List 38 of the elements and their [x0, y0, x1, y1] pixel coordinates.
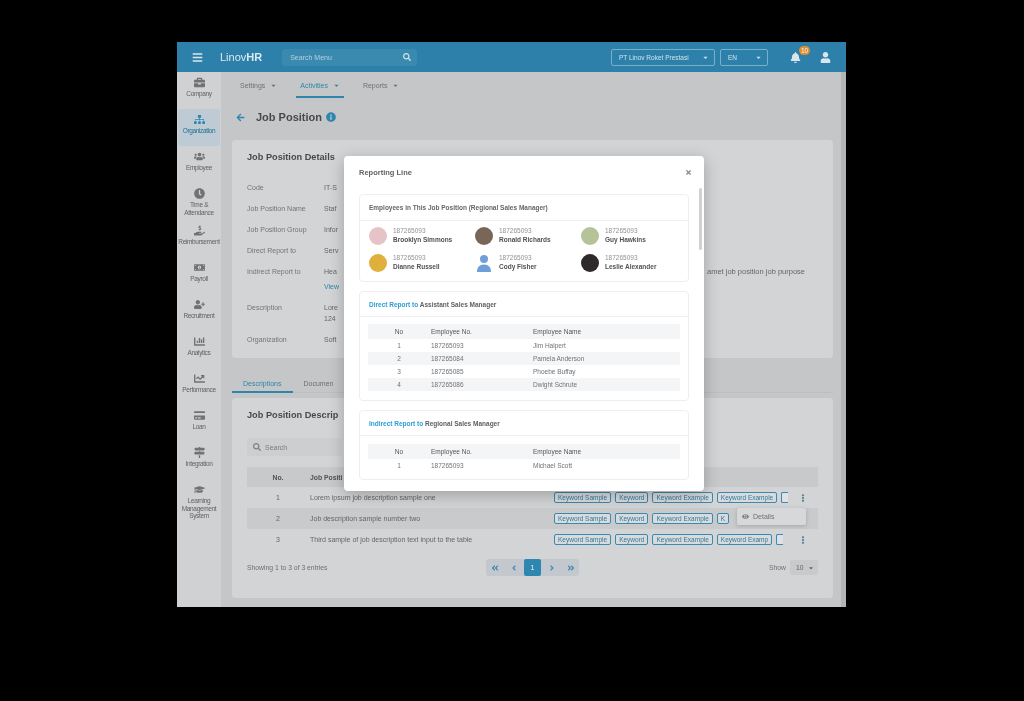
user-icon[interactable] [820, 51, 831, 63]
search-icon[interactable] [403, 53, 412, 61]
credit-card-icon [193, 410, 205, 421]
page-title: Job Position [256, 111, 322, 123]
avatar-placeholder [475, 226, 493, 245]
clock-icon [193, 188, 205, 199]
back-arrow-icon[interactable] [236, 112, 245, 122]
person-icon [475, 253, 493, 272]
kebab-menu-icon[interactable] [799, 493, 807, 502]
double-chevron-left-icon [490, 563, 499, 572]
caret-icon [808, 564, 814, 571]
bell-icon[interactable] [790, 51, 801, 63]
avatar-placeholder [581, 253, 599, 272]
scrollbar-thumb[interactable] [699, 188, 702, 250]
card-title: Job Position Details [247, 152, 335, 162]
org-chart-icon [193, 114, 205, 125]
bar-chart-icon [193, 336, 205, 347]
banknote-icon [193, 262, 205, 273]
avatar-placeholder [369, 226, 387, 245]
kebab-menu-icon[interactable] [799, 535, 807, 544]
users-icon [193, 151, 205, 162]
app-logo: LinovHR [220, 51, 263, 63]
avatar-placeholder [581, 226, 599, 245]
avatar-placeholder [369, 253, 387, 272]
card-title: Job Position Descrip [247, 410, 339, 420]
hand-coin-icon [193, 225, 205, 236]
chevron-right-icon [547, 563, 556, 572]
user-plus-icon [193, 299, 205, 310]
graduation-cap-icon [193, 484, 205, 495]
search-icon [253, 443, 261, 451]
briefcase-icon [193, 77, 205, 88]
close-icon[interactable] [685, 168, 692, 176]
signpost-icon [193, 447, 205, 458]
line-chart-icon [193, 373, 205, 384]
double-chevron-right-icon [566, 563, 575, 572]
eye-icon [742, 513, 749, 520]
info-icon[interactable] [326, 112, 336, 122]
menu-icon[interactable] [192, 51, 203, 63]
